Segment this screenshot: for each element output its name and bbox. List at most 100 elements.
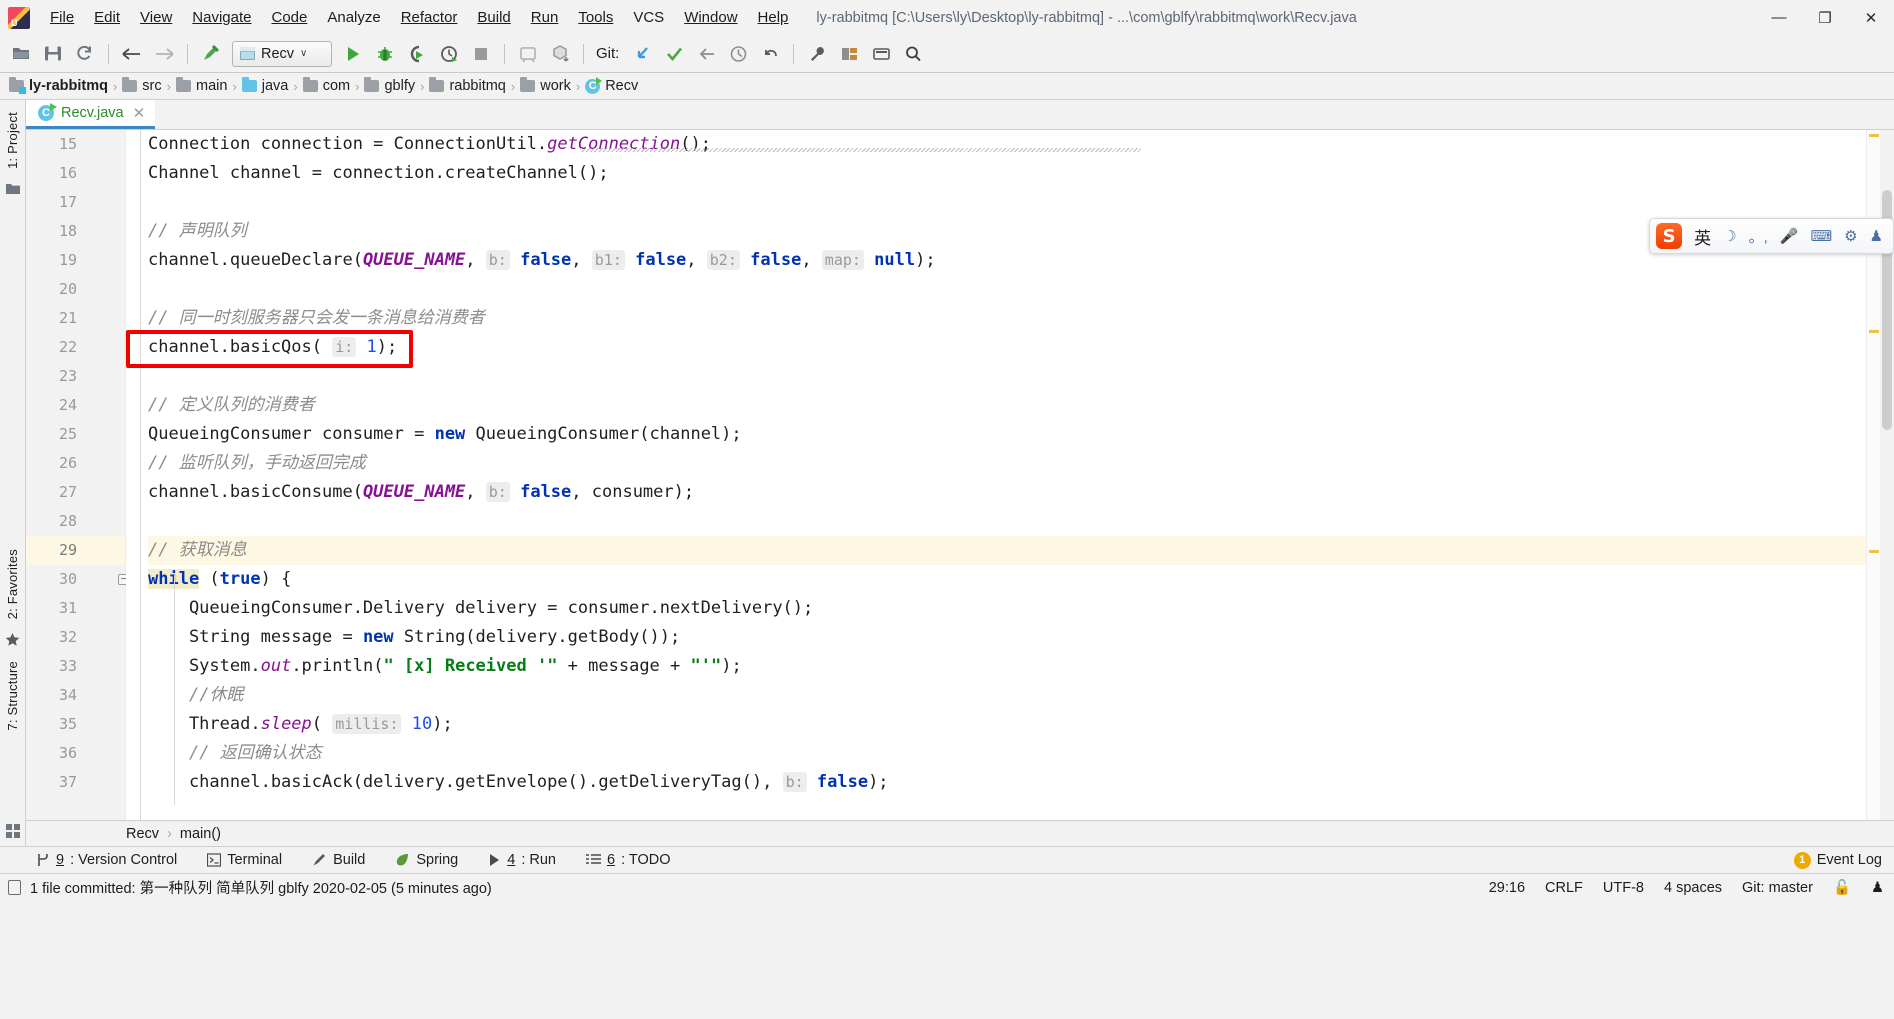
menu-tools[interactable]: Tools xyxy=(568,5,623,30)
code-line[interactable]: Connection connection = ConnectionUtil.g… xyxy=(148,130,1866,159)
git-history-icon[interactable] xyxy=(723,40,753,68)
run-with-coverage-icon[interactable] xyxy=(402,40,432,68)
ime-moon-icon[interactable]: ☽ xyxy=(1723,227,1736,245)
code-line[interactable]: // 同一时刻服务器只会发一条消息给消费者 xyxy=(148,304,1866,333)
breadcrumb-item-src[interactable]: src xyxy=(119,77,164,94)
code-line[interactable]: // 获取消息 xyxy=(148,536,1866,565)
file-encoding[interactable]: UTF-8 xyxy=(1603,880,1644,896)
code-line[interactable]: // 声明队列 xyxy=(148,217,1866,246)
stop-button[interactable] xyxy=(466,40,496,68)
code-line[interactable]: channel.basicQos( i: 1); xyxy=(148,333,1866,362)
toolwindow-todo[interactable]: 6: TODO xyxy=(582,850,675,870)
caret-position[interactable]: 29:16 xyxy=(1489,880,1525,896)
search-icon[interactable] xyxy=(898,40,928,68)
warning-marker[interactable] xyxy=(1869,550,1879,553)
inspector-hat-icon[interactable]: ♟ xyxy=(1871,880,1884,896)
back-arrow-icon[interactable] xyxy=(117,40,147,68)
profiler-icon[interactable] xyxy=(434,40,464,68)
git-branch-widget[interactable]: Git: master xyxy=(1742,880,1813,896)
menu-code[interactable]: Code xyxy=(261,5,317,30)
code-line[interactable]: QueueingConsumer consumer = new Queueing… xyxy=(148,420,1866,449)
warning-marker[interactable] xyxy=(1869,134,1879,137)
sync-refresh-icon[interactable] xyxy=(70,40,100,68)
code-line[interactable]: String message = new String(delivery.get… xyxy=(148,623,1866,652)
code-line[interactable] xyxy=(148,275,1866,304)
editor-area[interactable]: 15 16 17 18 19 20 21 22 23 24 25 26 27 28 29 30 31 32 33 34… xyxy=(26,130,1894,820)
method-crumb-class[interactable]: Recv xyxy=(126,826,159,842)
toolwindow-terminal[interactable]: Terminal xyxy=(203,850,286,870)
maximize-button[interactable]: ❐ xyxy=(1802,0,1848,35)
menu-build[interactable]: Build xyxy=(467,5,520,30)
breadcrumb-item-work[interactable]: work xyxy=(517,77,574,94)
ime-keyboard-icon[interactable]: ⌨ xyxy=(1810,227,1832,245)
code-line[interactable]: channel.queueDeclare(QUEUE_NAME, b: fals… xyxy=(148,246,1866,275)
line-separator[interactable]: CRLF xyxy=(1545,880,1583,896)
layout-toggle-icon[interactable] xyxy=(5,824,20,838)
project-structure-icon[interactable] xyxy=(834,40,864,68)
code-line[interactable]: //休眠 xyxy=(148,681,1866,710)
code-line[interactable]: Thread.sleep( millis: 10); xyxy=(148,710,1866,739)
code-line[interactable]: // 定义队列的消费者 xyxy=(148,391,1866,420)
code-line[interactable]: System.out.println(" [x] Received '" + m… xyxy=(148,652,1866,681)
breadcrumb-item-com[interactable]: com xyxy=(300,77,353,94)
code-line[interactable]: // 返回确认状态 xyxy=(148,739,1866,768)
code-line[interactable]: QueueingConsumer.Delivery delivery = con… xyxy=(148,594,1866,623)
breadcrumb-item-java[interactable]: java xyxy=(239,77,292,94)
toolwindow-version-control[interactable]: 9: Version Control xyxy=(32,850,181,870)
settings-wrench-icon[interactable] xyxy=(802,40,832,68)
code-line[interactable]: Channel channel = connection.createChann… xyxy=(148,159,1866,188)
code-line[interactable]: channel.basicConsume(QUEUE_NAME, b: fals… xyxy=(148,478,1866,507)
menu-view[interactable]: View xyxy=(130,5,182,30)
ime-punctuation-icon[interactable]: 。, xyxy=(1749,226,1768,247)
toolwindow-spring[interactable]: Spring xyxy=(391,850,462,870)
menu-navigate[interactable]: Navigate xyxy=(182,5,261,30)
project-folder-rail-icon[interactable] xyxy=(5,183,20,195)
toolwindow-build[interactable]: Build xyxy=(308,850,369,870)
lock-icon[interactable]: 🔓 xyxy=(1833,879,1851,896)
tab-recv-java[interactable]: C Recv.java ✕ xyxy=(26,100,156,129)
menu-help[interactable]: Help xyxy=(748,5,799,30)
warning-marker[interactable] xyxy=(1869,330,1879,333)
star-icon[interactable] xyxy=(5,633,20,647)
breadcrumb-item-recv[interactable]: C Recv xyxy=(582,76,641,94)
sidebar-item-structure[interactable]: 7: Structure xyxy=(2,653,23,739)
breadcrumb-item-rabbitmq[interactable]: rabbitmq xyxy=(426,77,508,94)
ime-hat-icon[interactable]: ♟ xyxy=(1870,227,1883,245)
code-text-area[interactable]: Connection connection = ConnectionUtil.g… xyxy=(126,130,1866,820)
code-line[interactable] xyxy=(148,507,1866,536)
build-hammer-icon[interactable] xyxy=(196,40,226,68)
open-project-icon[interactable] xyxy=(6,40,36,68)
code-line[interactable] xyxy=(148,188,1866,217)
breadcrumb-item-main[interactable]: main xyxy=(173,77,230,94)
sogou-ime-logo-icon[interactable]: S xyxy=(1656,223,1683,249)
menu-refactor[interactable]: Refactor xyxy=(391,5,468,30)
minimize-button[interactable]: — xyxy=(1756,0,1802,35)
save-all-icon[interactable] xyxy=(38,40,68,68)
code-line[interactable] xyxy=(148,362,1866,391)
git-update-project-icon[interactable] xyxy=(627,40,657,68)
run-configuration-selector[interactable]: Recv ∨ xyxy=(232,40,332,67)
menu-file[interactable]: File xyxy=(40,5,84,30)
git-commit-icon[interactable] xyxy=(659,40,689,68)
close-button[interactable]: ✕ xyxy=(1848,0,1894,35)
code-line[interactable]: // 监听队列，手动返回完成 xyxy=(148,449,1866,478)
breadcrumb-item-gblfy[interactable]: gblfy xyxy=(361,77,418,94)
code-line[interactable]: while (true) { xyxy=(148,565,1866,594)
debug-button[interactable] xyxy=(370,40,400,68)
menu-window[interactable]: Window xyxy=(674,5,747,30)
menu-analyze[interactable]: Analyze xyxy=(317,5,390,30)
menu-edit[interactable]: Edit xyxy=(84,5,130,30)
run-button[interactable] xyxy=(338,40,368,68)
tab-close-icon[interactable]: ✕ xyxy=(133,104,146,122)
forward-arrow-icon[interactable] xyxy=(149,40,179,68)
sync-gradle-icon[interactable] xyxy=(545,40,575,68)
sidebar-item-project[interactable]: 1: Project xyxy=(2,104,23,177)
ime-mode-label[interactable]: 英 xyxy=(1694,224,1711,249)
git-push-icon[interactable] xyxy=(691,40,721,68)
line-number-gutter[interactable]: 15 16 17 18 19 20 21 22 23 24 25 26 27 28 29 30 31 32 33 34… xyxy=(26,130,129,820)
toolwindow-run[interactable]: 4: Run xyxy=(484,850,560,870)
method-crumb-method[interactable]: main() xyxy=(180,826,221,842)
menu-vcs[interactable]: VCS xyxy=(623,5,674,30)
indent-setting[interactable]: 4 spaces xyxy=(1664,880,1722,896)
presentation-icon[interactable] xyxy=(866,40,896,68)
